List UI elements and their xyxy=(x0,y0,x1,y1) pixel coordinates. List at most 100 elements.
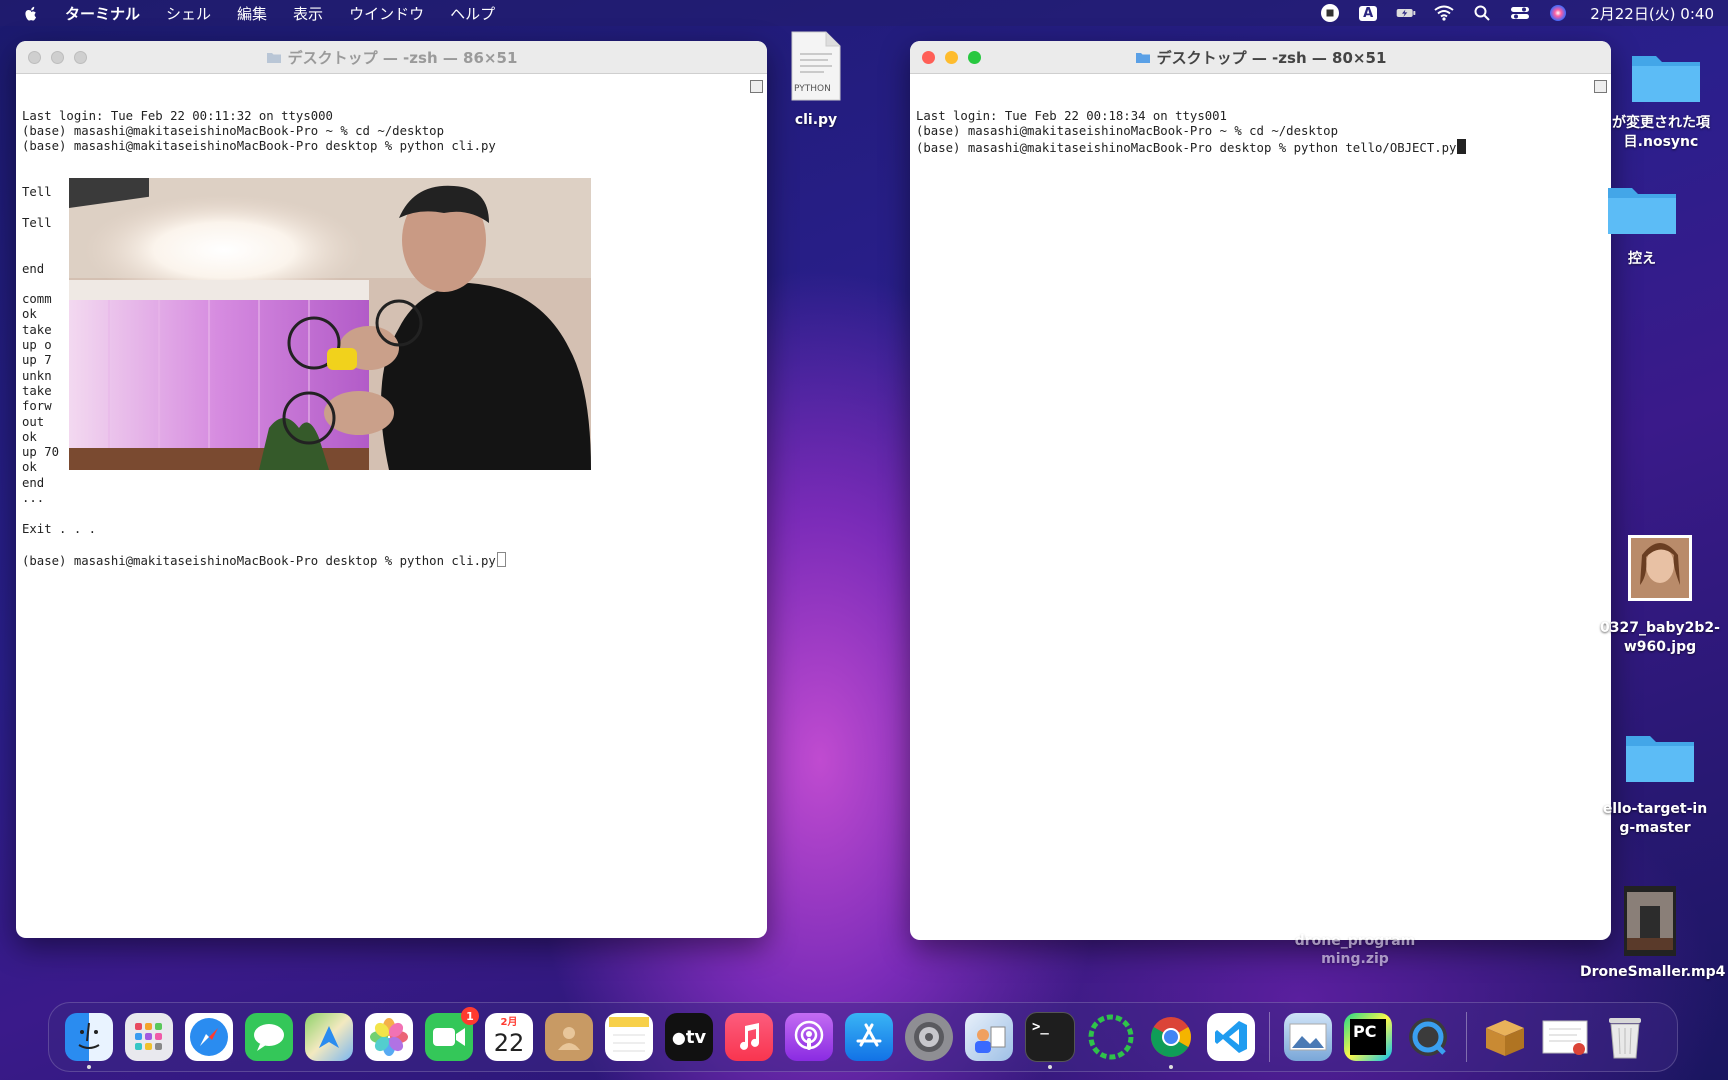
window-controls xyxy=(922,51,981,64)
dock-notes[interactable] xyxy=(605,1013,653,1061)
notes-icon xyxy=(609,1017,649,1052)
window-titlebar[interactable]: デスクトップ — -zsh — 86×51 xyxy=(16,41,767,74)
dock-podcasts[interactable] xyxy=(785,1013,833,1061)
window-controls xyxy=(28,51,87,64)
dock-facetime[interactable]: 1 xyxy=(425,1007,479,1061)
search-icon[interactable] xyxy=(1472,4,1492,22)
package-box-icon xyxy=(1486,1020,1524,1056)
terminal-window-left[interactable]: デスクトップ — -zsh — 86×51 Last login: Tue Fe… xyxy=(16,41,767,938)
menu-bar: ターミナル シェル 編集 表示 ウインドウ ヘルプ A 2月22日(火) 0:4… xyxy=(0,0,1728,26)
dock-system-preferences[interactable] xyxy=(905,1013,953,1061)
window-title: デスクトップ — -zsh — 80×51 xyxy=(1135,47,1386,68)
notification-badge: 1 xyxy=(461,1007,479,1025)
folder-icon xyxy=(1626,736,1694,782)
dock-preview[interactable] xyxy=(1284,1013,1332,1061)
terminal-line: (base) masashi@makitaseishinoMacBook-Pro… xyxy=(916,139,1605,155)
close-button[interactable] xyxy=(28,51,41,64)
dock-safari[interactable] xyxy=(185,1013,233,1061)
dock-installer-stack[interactable] xyxy=(1481,1013,1529,1061)
close-button[interactable] xyxy=(922,51,935,64)
chrome-icon xyxy=(1151,1017,1191,1057)
menubar-clock[interactable]: 2月22日(火) 0:40 xyxy=(1590,3,1714,24)
pycharm-icon: PC xyxy=(1350,1019,1386,1055)
zoom-button[interactable] xyxy=(968,51,981,64)
dock-chrome[interactable] xyxy=(1147,1013,1195,1069)
drone-camera-frame xyxy=(69,178,591,470)
desktop-icon-label: 0327_baby2b2-w960.jpg xyxy=(1600,620,1720,655)
window-titlebar[interactable]: デスクトップ — -zsh — 80×51 xyxy=(910,41,1611,74)
dock-quicktime[interactable] xyxy=(1404,1013,1452,1061)
dock-music[interactable] xyxy=(725,1013,773,1061)
dock-contacts[interactable] xyxy=(545,1013,593,1061)
messages-bubble-icon xyxy=(254,1024,284,1051)
split-pane-icon[interactable] xyxy=(750,80,763,93)
running-indicator xyxy=(1169,1065,1173,1069)
status-area: A 2月22日(火) 0:40 xyxy=(1320,0,1714,26)
wifi-icon[interactable] xyxy=(1434,4,1454,22)
dock-activity-loader[interactable] xyxy=(1087,1013,1135,1061)
video-thumbnail-icon xyxy=(1624,886,1676,956)
dock-messages[interactable] xyxy=(245,1013,293,1061)
dock-terminal[interactable]: >_ xyxy=(1025,1012,1075,1069)
downloads-document-icon xyxy=(1542,1020,1588,1055)
desktop-icon-hikae-folder[interactable]: 控え xyxy=(1606,180,1678,268)
menu-window[interactable]: ウインドウ xyxy=(349,3,424,24)
dock-vscode[interactable] xyxy=(1207,1013,1255,1061)
desktop-icon-drone-mp4[interactable]: DroneSmaller.mp4 xyxy=(1580,886,1725,980)
dock-app-store[interactable] xyxy=(845,1013,893,1061)
menu-view[interactable]: 表示 xyxy=(293,3,323,24)
desktop-icon-label: ello-target-ing-master xyxy=(1602,801,1708,836)
terminal-window-right[interactable]: デスクトップ — -zsh — 80×51 Last login: Tue Fe… xyxy=(910,41,1611,940)
menu-edit[interactable]: 編集 xyxy=(237,3,267,24)
battery-icon[interactable] xyxy=(1396,4,1416,22)
desktop-icon-drone-zip[interactable]: drone_programming.zip xyxy=(1280,932,1430,968)
terminal-output[interactable]: Last login: Tue Feb 22 00:18:34 on ttys0… xyxy=(910,74,1611,940)
menu-app-name[interactable]: ターミナル xyxy=(65,3,140,24)
terminal-prompt-icon: >_ xyxy=(1032,1019,1049,1035)
minimize-button[interactable] xyxy=(51,51,64,64)
dock-trash[interactable] xyxy=(1601,1013,1649,1061)
running-indicator xyxy=(87,1065,91,1069)
desktop-icon-baby-jpg[interactable]: 0327_baby2b2-w960.jpg xyxy=(1600,535,1720,657)
dock-maps[interactable] xyxy=(305,1013,353,1061)
dock-downloads-stack[interactable] xyxy=(1541,1013,1589,1061)
zoom-button[interactable] xyxy=(74,51,87,64)
dock-pycharm[interactable]: PC xyxy=(1344,1013,1392,1061)
desktop-icon-label: が変更された項目.nosync xyxy=(1612,115,1710,150)
terminal-lines: Last login: Tue Feb 22 00:18:34 on ttys0… xyxy=(916,109,1605,155)
calendar-month: 2月 xyxy=(500,1017,518,1028)
desktop-icon-tello-folder[interactable]: ello-target-ing-master xyxy=(1600,728,1720,838)
input-mode-label: A xyxy=(1359,5,1378,21)
desktop-icon-cli-py[interactable]: PYTHON cli.py xyxy=(780,30,852,128)
menu-shell[interactable]: シェル xyxy=(166,3,211,24)
terminal-line: Exit . . . xyxy=(22,521,97,536)
input-mode-icon[interactable]: A xyxy=(1358,4,1378,22)
trash-icon xyxy=(1609,1018,1641,1059)
dock-finder[interactable] xyxy=(65,1013,113,1069)
progress-ring-icon xyxy=(1088,1014,1134,1060)
dock-photos[interactable] xyxy=(365,1013,413,1061)
safari-compass-icon xyxy=(190,1018,228,1056)
screen-record-icon[interactable] xyxy=(1320,4,1340,22)
preview-photos-icon xyxy=(1289,1023,1327,1051)
gear-icon xyxy=(914,1022,944,1052)
dock-launchpad[interactable] xyxy=(125,1013,173,1061)
desktop-icon-label: cli.py xyxy=(794,112,838,128)
dock-directory-utility[interactable] xyxy=(965,1013,1013,1061)
desktop-icon-nosync-folder[interactable]: が変更された項目.nosync xyxy=(1606,48,1726,152)
window-title: デスクトップ — -zsh — 86×51 xyxy=(266,47,517,68)
minimize-button[interactable] xyxy=(945,51,958,64)
menu-help[interactable]: ヘルプ xyxy=(450,3,495,24)
terminal-line: ... xyxy=(22,491,45,506)
siri-icon[interactable] xyxy=(1548,4,1568,22)
control-center-icon[interactable] xyxy=(1510,4,1530,22)
app-store-icon xyxy=(856,1023,882,1047)
terminal-line: (base) masashi@makitaseishinoMacBook-Pro… xyxy=(22,139,496,154)
apple-logo-icon[interactable] xyxy=(22,4,40,22)
dock-apple-tv[interactable]: ● tv xyxy=(665,1013,713,1061)
dock-calendar[interactable]: 2月 22 xyxy=(485,1013,533,1061)
folder-icon xyxy=(266,52,281,63)
dock-separator xyxy=(1466,1012,1467,1062)
